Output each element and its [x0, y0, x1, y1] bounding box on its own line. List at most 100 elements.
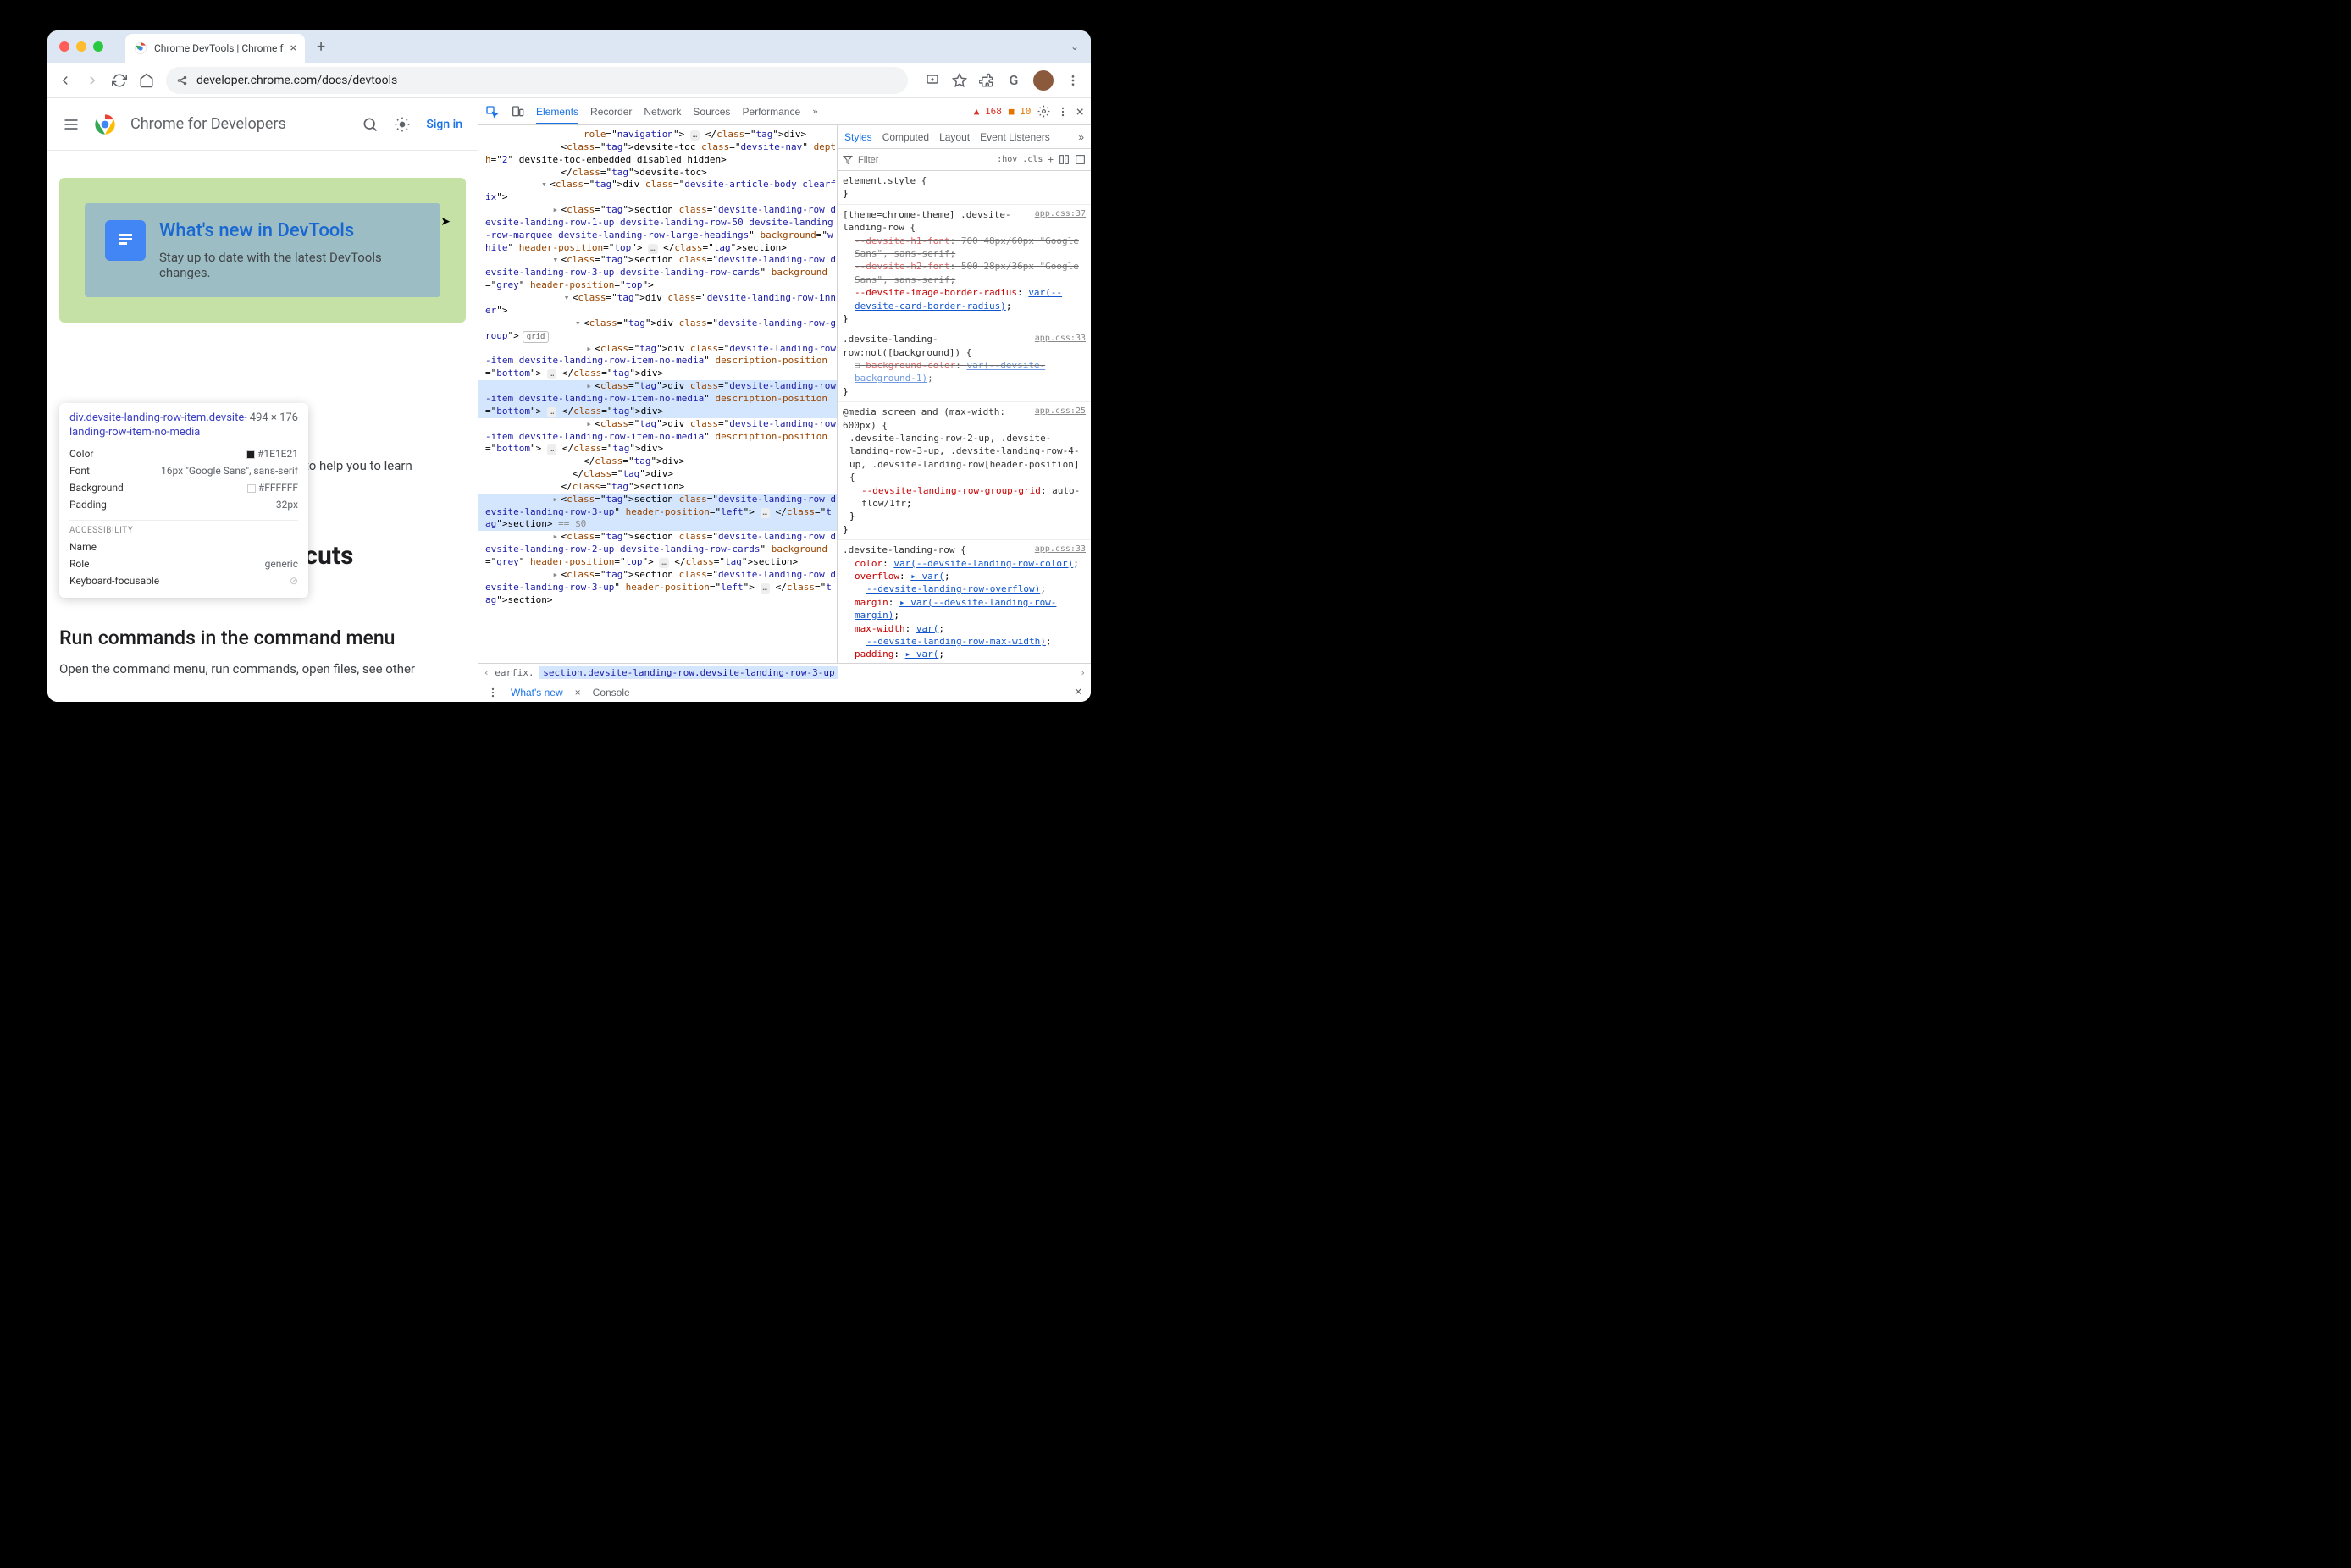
tt-role-label: Role — [69, 558, 90, 570]
signin-link[interactable]: Sign in — [426, 118, 462, 131]
tab-elements[interactable]: Elements — [536, 106, 578, 124]
styles-rules[interactable]: element.style {}app.css:37[theme=chrome-… — [838, 171, 1091, 663]
tab-recorder[interactable]: Recorder — [590, 106, 632, 118]
tt-bg-val: #FFFFFF — [258, 482, 298, 494]
breadcrumb-left: earfix. — [495, 667, 534, 678]
inspect-element-icon[interactable] — [485, 105, 499, 119]
google-services-icon[interactable]: G — [1006, 73, 1021, 88]
browser-tab[interactable]: Chrome DevTools | Chrome f × — [125, 34, 305, 63]
hero-title: What's new in DevTools — [159, 220, 420, 241]
extensions-icon[interactable] — [979, 73, 994, 88]
devtools-drawer: What's new × Console × — [478, 682, 1091, 702]
window-controls — [59, 41, 103, 52]
tabs-overflow-icon[interactable]: » — [812, 106, 818, 117]
tab-performance[interactable]: Performance — [742, 106, 800, 118]
drawer-close-icon[interactable]: × — [1075, 685, 1082, 700]
device-toggle-icon[interactable] — [511, 105, 524, 119]
toolbar-right: G — [925, 70, 1081, 91]
tab-sources[interactable]: Sources — [693, 106, 730, 118]
minimize-window-button[interactable] — [76, 41, 86, 52]
bookmark-icon[interactable] — [952, 73, 967, 88]
hero-subtitle: Stay up to date with the latest DevTools… — [159, 250, 420, 280]
chrome-logo-icon — [93, 113, 117, 136]
browser-window: Chrome DevTools | Chrome f × + ⌄ develop… — [47, 30, 1091, 702]
maximize-window-button[interactable] — [93, 41, 103, 52]
styles-view-icon[interactable] — [1059, 154, 1070, 165]
styles-overflow-icon[interactable]: » — [1078, 131, 1084, 143]
drawer-menu-icon[interactable] — [487, 687, 499, 698]
close-devtools-icon[interactable]: × — [1076, 103, 1084, 119]
tooltip-dimensions: 494 × 176 — [250, 411, 298, 424]
tab-network[interactable]: Network — [644, 106, 681, 118]
more-icon[interactable] — [1057, 106, 1069, 118]
theme-toggle-icon[interactable] — [394, 116, 411, 133]
devtools-tabs: Elements Recorder Network Sources Perfor… — [478, 98, 1091, 125]
breadcrumb-selected[interactable]: section.devsite-landing-row.devsite-land… — [539, 666, 838, 679]
drawer-tab-whatsnew[interactable]: What's new — [511, 687, 563, 698]
search-icon[interactable] — [362, 116, 379, 133]
toolbar: developer.chrome.com/docs/devtools G — [47, 63, 1091, 98]
devtools-main: role="navigation"> … </class="tag">div> … — [478, 125, 1091, 663]
drawer-tab-close-icon[interactable]: × — [575, 687, 581, 698]
warning-badge[interactable]: ■ 10 — [1009, 106, 1032, 117]
cursor-icon: ➤ — [440, 215, 451, 229]
run-commands-heading: Run commands in the command menu — [59, 627, 466, 649]
styles-tab-events[interactable]: Event Listeners — [980, 131, 1050, 143]
styles-tabs: Styles Computed Layout Event Listeners » — [838, 125, 1091, 149]
tt-font-label: Font — [69, 465, 90, 477]
filter-chips[interactable]: :hov .cls — [997, 155, 1043, 164]
tab-overflow-icon[interactable]: ⌄ — [1070, 41, 1079, 52]
settings-icon[interactable] — [1037, 105, 1050, 118]
address-bar[interactable]: developer.chrome.com/docs/devtools — [166, 67, 908, 94]
reload-button[interactable] — [112, 73, 127, 88]
tt-color-label: Color — [69, 448, 93, 460]
body-peek-text: to help you to learn — [305, 458, 466, 473]
hamburger-icon[interactable] — [63, 116, 80, 133]
inspect-tooltip: 494 × 176 div.devsite-landing-row-item.d… — [59, 403, 308, 598]
url-text: developer.chrome.com/docs/devtools — [196, 74, 397, 87]
forward-button[interactable] — [85, 73, 100, 88]
titlebar: Chrome DevTools | Chrome f × + ⌄ — [47, 30, 1091, 63]
dom-tree[interactable]: role="navigation"> … </class="tag">div> … — [478, 125, 837, 663]
content-area: Chrome for Developers Sign in What's new… — [47, 98, 1091, 702]
home-button[interactable] — [139, 73, 154, 88]
install-icon[interactable] — [925, 73, 940, 88]
page-header: Chrome for Developers Sign in — [47, 98, 478, 151]
styles-filter-bar: :hov .cls + — [838, 149, 1091, 171]
tt-a11y-heading: ACCESSIBILITY — [69, 520, 298, 535]
site-info-icon[interactable] — [176, 75, 188, 86]
drawer-tab-console[interactable]: Console — [593, 687, 630, 698]
new-tab-button[interactable]: + — [312, 38, 330, 56]
chrome-favicon — [134, 41, 147, 55]
tab-title: Chrome DevTools | Chrome f — [154, 42, 284, 54]
error-badge[interactable]: ▲ 168 — [974, 106, 1002, 117]
tt-bg-label: Background — [69, 482, 124, 494]
styles-tab-styles[interactable]: Styles — [844, 131, 872, 143]
tab-strip: Chrome DevTools | Chrome f × + ⌄ — [125, 30, 1079, 63]
tt-name-label: Name — [69, 541, 97, 553]
menu-icon[interactable] — [1065, 73, 1081, 88]
document-icon — [105, 220, 146, 261]
profile-avatar[interactable] — [1033, 70, 1054, 91]
styles-filter-input[interactable] — [858, 155, 992, 165]
styles-panel: Styles Computed Layout Event Listeners »… — [837, 125, 1091, 663]
styles-tab-computed[interactable]: Computed — [882, 131, 929, 143]
new-style-icon[interactable]: + — [1048, 154, 1054, 165]
styles-layout-icon[interactable] — [1075, 154, 1086, 165]
tt-padding-val: 32px — [276, 499, 298, 511]
hero-card: What's new in DevTools Stay up to date w… — [59, 178, 466, 323]
brand-text: Chrome for Developers — [130, 115, 286, 133]
close-window-button[interactable] — [59, 41, 69, 52]
tt-color-val: #1E1E21 — [257, 448, 298, 460]
back-button[interactable] — [58, 73, 73, 88]
tt-font-val: 16px "Google Sans", sans-serif — [161, 465, 298, 477]
run-commands-text: Open the command menu, run commands, ope… — [59, 661, 466, 676]
webpage: Chrome for Developers Sign in What's new… — [47, 98, 478, 702]
tt-kbd-label: Keyboard-focusable — [69, 575, 159, 587]
dom-breadcrumb[interactable]: ‹ earfix. section.devsite-landing-row.de… — [478, 663, 1091, 682]
tt-role-val: generic — [265, 558, 298, 570]
hero-inner[interactable]: What's new in DevTools Stay up to date w… — [85, 203, 440, 297]
tab-close-icon[interactable]: × — [290, 41, 296, 55]
styles-tab-layout[interactable]: Layout — [939, 131, 970, 143]
tt-padding-label: Padding — [69, 499, 107, 511]
